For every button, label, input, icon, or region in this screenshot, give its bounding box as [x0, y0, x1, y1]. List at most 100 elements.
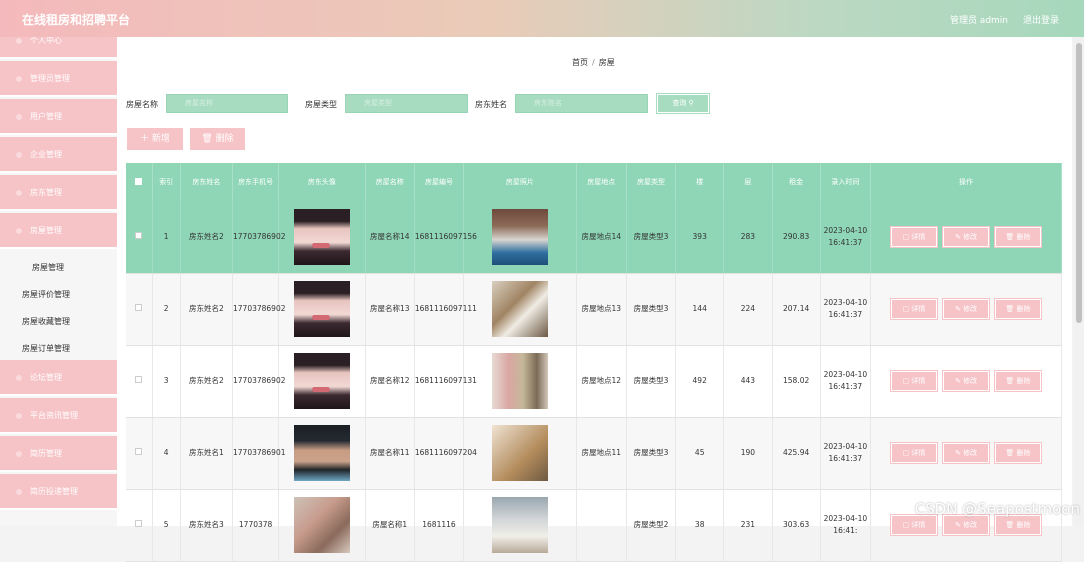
landlord-name-input[interactable]: 房东姓名: [515, 94, 648, 113]
cell-time: 2023-04-10 16:41:37: [820, 345, 870, 417]
menu-dot-icon: [16, 228, 22, 234]
house-photo-image: [492, 353, 548, 409]
detail-button[interactable]: ▢ 详情: [891, 299, 937, 319]
main-content: 首页/房屋 房屋名称 房屋名称 房屋类型 房屋类型 房东姓名 房东姓名 查询 ⚲…: [117, 37, 1072, 526]
scrollbar-thumb[interactable]: [1076, 43, 1082, 323]
cell-rent: 425.94: [772, 417, 820, 489]
select-all-checkbox[interactable]: [126, 163, 152, 201]
breadcrumb-home[interactable]: 首页: [572, 58, 588, 67]
sidebar-item-label: 房屋管理: [30, 226, 62, 235]
edit-button[interactable]: ✎ 修改: [943, 515, 989, 535]
row-delete-button[interactable]: 🗑 删除: [995, 443, 1041, 463]
submenu-house-review[interactable]: 房屋评价管理: [22, 289, 70, 300]
table-row[interactable]: 3 房东姓名2 17703786902 房屋名称12 1681116097131…: [126, 345, 1062, 417]
sidebar-item-resume[interactable]: 简历管理: [0, 436, 117, 472]
cell-phone: 17703786902: [233, 345, 279, 417]
edit-button[interactable]: ✎ 修改: [943, 227, 989, 247]
row-checkbox[interactable]: [126, 273, 152, 345]
cell-building: 492: [676, 345, 724, 417]
vertical-scrollbar[interactable]: [1074, 37, 1084, 526]
cell-house-code: 1681116097156: [414, 201, 463, 273]
submenu-house-order[interactable]: 房屋订单管理: [22, 343, 70, 354]
cell-type: 房屋类型3: [626, 345, 675, 417]
app-title: 在线租房和招聘平台: [22, 11, 130, 28]
detail-button[interactable]: ▢ 详情: [891, 443, 937, 463]
cell-type: 房屋类型3: [626, 201, 675, 273]
sidebar-item-resume-delivery[interactable]: 简历投递管理: [0, 474, 117, 510]
house-photo-image: [492, 497, 548, 553]
detail-button[interactable]: ▢ 详情: [891, 227, 937, 247]
sidebar-item-admin[interactable]: 管理员管理: [0, 61, 117, 97]
detail-button[interactable]: ▢ 详情: [891, 371, 937, 391]
row-delete-button[interactable]: 🗑 删除: [995, 227, 1041, 247]
col-house-name: 房屋名称: [365, 163, 414, 201]
row-delete-button[interactable]: 🗑 删除: [995, 299, 1041, 319]
cell-house-name: 房屋名称1: [365, 489, 414, 561]
row-delete-button[interactable]: 🗑 删除: [995, 371, 1041, 391]
edit-button[interactable]: ✎ 修改: [943, 299, 989, 319]
house-name-input[interactable]: 房屋名称: [166, 94, 288, 113]
cell-rent: 207.14: [772, 273, 820, 345]
cell-building: 38: [676, 489, 724, 561]
sidebar-item-label: 个人中心: [30, 37, 62, 45]
row-checkbox[interactable]: [126, 417, 152, 489]
table-row[interactable]: 1 房东姓名2 17703786902 房屋名称14 1681116097156…: [126, 201, 1062, 273]
sidebar-item-label: 简历管理: [30, 449, 62, 458]
watermark: CSDN @Seapostmoon: [915, 500, 1080, 518]
house-type-input[interactable]: 房屋类型: [345, 94, 468, 113]
sidebar-item-landlord[interactable]: 房东管理: [0, 175, 117, 211]
breadcrumb: 首页/房屋: [572, 57, 615, 68]
cell-landlord: 房东姓名2: [180, 201, 232, 273]
cell-rent: 290.83: [772, 201, 820, 273]
cell-photo: [464, 417, 577, 489]
sidebar: 个人中心 管理员管理 用户管理 企业管理 房东管理 房屋管理 房屋管理 房屋评价…: [0, 37, 117, 526]
col-landlord: 房东姓名: [180, 163, 232, 201]
breadcrumb-separator: /: [592, 58, 595, 67]
menu-dot-icon: [16, 451, 22, 457]
sidebar-item-news[interactable]: 平台资讯管理: [0, 398, 117, 434]
submenu-house-favorite[interactable]: 房屋收藏管理: [22, 316, 70, 327]
cell-avatar: [279, 345, 365, 417]
sidebar-item-company[interactable]: 企业管理: [0, 137, 117, 173]
detail-button[interactable]: ▢ 详情: [891, 515, 937, 535]
landlord-name-label: 房东姓名: [475, 99, 507, 110]
edit-button[interactable]: ✎ 修改: [943, 443, 989, 463]
submenu-house[interactable]: 房屋管理: [32, 262, 64, 273]
row-checkbox[interactable]: [126, 201, 152, 273]
edit-button[interactable]: ✎ 修改: [943, 371, 989, 391]
cell-rent: 158.02: [772, 345, 820, 417]
cell-landlord: 房东姓名2: [180, 345, 232, 417]
menu-dot-icon: [16, 190, 22, 196]
landlord-avatar-image: [294, 281, 350, 337]
query-button[interactable]: 查询 ⚲: [657, 94, 709, 113]
landlord-avatar-image: [294, 209, 350, 265]
table-row[interactable]: 4 房东姓名1 17703786901 房屋名称11 1681116097204…: [126, 417, 1062, 489]
cell-house-code: 1681116097131: [414, 345, 463, 417]
cell-house-name: 房屋名称12: [365, 345, 414, 417]
cell-ops: ▢ 详情 ✎ 修改 🗑 删除: [870, 201, 1061, 273]
cell-index: 4: [152, 417, 180, 489]
cell-time: 2023-04-10 16:41:37: [820, 273, 870, 345]
col-avatar: 房东头像: [279, 163, 365, 201]
cell-floor: 224: [724, 273, 772, 345]
logout-link[interactable]: 退出登录: [1023, 13, 1059, 26]
admin-label: 管理员 admin: [950, 13, 1008, 26]
sidebar-item-personal-center[interactable]: 个人中心: [0, 37, 117, 59]
cell-time: 2023-04-10 16:41:: [820, 489, 870, 561]
table-row[interactable]: 2 房东姓名2 17703786902 房屋名称13 1681116097111…: [126, 273, 1062, 345]
landlord-avatar-image: [294, 497, 350, 553]
sidebar-item-users[interactable]: 用户管理: [0, 99, 117, 135]
row-checkbox[interactable]: [126, 345, 152, 417]
cell-location: 房屋地点12: [576, 345, 626, 417]
row-checkbox[interactable]: [126, 489, 152, 561]
row-delete-button[interactable]: 🗑 删除: [995, 515, 1041, 535]
cell-ops: ▢ 详情 ✎ 修改 🗑 删除: [870, 417, 1061, 489]
add-button[interactable]: ＋ 新增: [127, 128, 183, 150]
sidebar-item-label: 简历投递管理: [30, 487, 78, 496]
delete-button[interactable]: 🗑 删除: [190, 128, 245, 150]
cell-index: 1: [152, 201, 180, 273]
cell-house-code: 1681116097111: [414, 273, 463, 345]
sidebar-item-house[interactable]: 房屋管理: [0, 213, 117, 249]
sidebar-item-forum[interactable]: 论坛管理: [0, 360, 117, 396]
house-photo-image: [492, 281, 548, 337]
